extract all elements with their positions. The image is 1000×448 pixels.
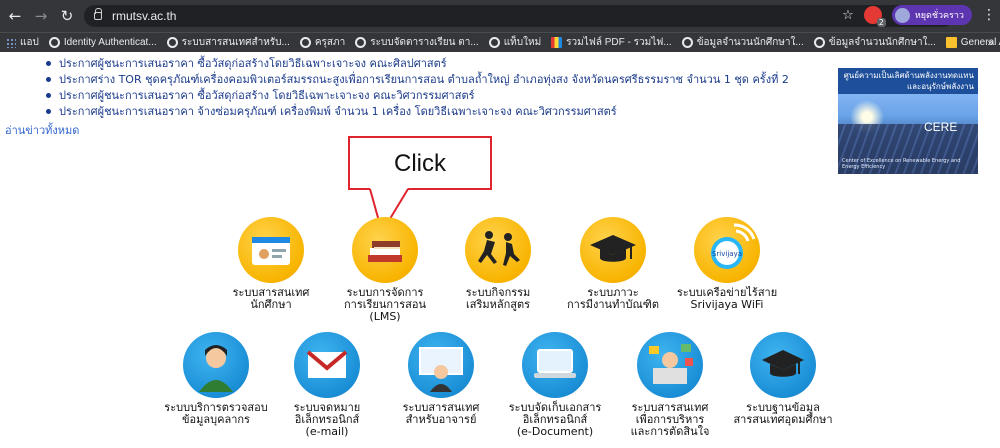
url-text[interactable]: rmutsv.ac.th bbox=[112, 9, 176, 23]
cere-banner[interactable]: ศูนย์ความเป็นเลิศด้านพลังงานทดแทนและอนุร… bbox=[838, 68, 978, 174]
extension-icon[interactable]: 2 bbox=[863, 6, 886, 27]
news-list: ประกาศผู้ชนะการเสนอราคา ซื้อวัสดุก่อสร้า… bbox=[8, 55, 808, 119]
globe-icon bbox=[813, 37, 825, 48]
bookmark-label: แอป bbox=[20, 37, 39, 48]
management-icon[interactable] bbox=[637, 332, 703, 398]
bookmark-label: ระบบสารสนเทศสำหรับ... bbox=[181, 37, 290, 48]
bookmark-label: ระบบจัดตารางเรียน ตา... bbox=[370, 37, 479, 48]
tile-label[interactable]: ระบบฐานข้อมูล สารสนเทศอุดมศึกษา bbox=[713, 402, 853, 426]
bookmark-item[interactable]: Identity Authenticat... bbox=[48, 37, 157, 48]
forward-icon[interactable]: → bbox=[30, 7, 52, 25]
bookmark-label: ข้อมูลจำนวนนักศึกษาใ... bbox=[828, 37, 936, 48]
bookmark-label: ครุสภา bbox=[314, 37, 346, 48]
extension-badge: 2 bbox=[876, 18, 886, 27]
menu-dots-icon[interactable]: ⋮ bbox=[982, 7, 996, 23]
svg-text:Srivijaya: Srivijaya bbox=[712, 250, 742, 258]
bookmark-label: ข้อมูลจำนวนนักศึกษาใ... bbox=[696, 37, 804, 48]
avatar bbox=[894, 7, 910, 23]
bullet-icon bbox=[46, 76, 51, 82]
books-icon[interactable] bbox=[352, 217, 418, 283]
news-item: ประกาศผู้ชนะการเสนอราคา ซื้อวัสดุก่อสร้า… bbox=[8, 87, 808, 103]
student-card-icon[interactable] bbox=[238, 217, 304, 283]
bookmark-star-icon[interactable]: ☆ bbox=[842, 8, 854, 23]
person-icon[interactable] bbox=[183, 332, 249, 398]
bookmark-label: รวมไฟล์ PDF - รวมไฟ... bbox=[566, 37, 672, 48]
bookmark-item[interactable]: ข้อมูลจำนวนนักศึกษาใ... bbox=[681, 35, 804, 50]
bookmark-label: Identity Authenticat... bbox=[63, 37, 157, 48]
bullet-icon bbox=[46, 108, 51, 114]
globe-icon bbox=[166, 37, 178, 48]
bookmark-label: แท็บใหม่ bbox=[503, 37, 542, 48]
news-item: ประกาศผู้ชนะการเสนอราคา ซื้อวัสดุก่อสร้า… bbox=[8, 55, 808, 71]
browser-toolbar: ← → ↻ rmutsv.ac.th ☆ 2 หยุดชั่วคราว ⋮ bbox=[0, 0, 1000, 32]
globe-icon bbox=[355, 37, 367, 48]
click-callout: Click bbox=[348, 136, 492, 190]
teacher-icon[interactable] bbox=[408, 332, 474, 398]
bookmark-item[interactable]: ระบบจัดตารางเรียน ตา... bbox=[355, 35, 479, 50]
banner-label: CERE bbox=[924, 120, 958, 134]
apps-icon bbox=[6, 37, 16, 48]
banner-subtitle: Center of Excellence on Renewable Energy… bbox=[842, 158, 961, 170]
globe-icon bbox=[488, 37, 500, 48]
wifi-icon[interactable]: Srivijaya bbox=[694, 217, 760, 283]
bookmark-item[interactable]: แอป bbox=[6, 35, 39, 50]
profile-button[interactable]: หยุดชั่วคราว bbox=[891, 5, 972, 25]
bullet-icon bbox=[46, 92, 51, 98]
lock-icon[interactable] bbox=[94, 8, 102, 20]
reload-icon[interactable]: ↻ bbox=[56, 7, 78, 25]
bookmark-item[interactable]: รวมไฟล์ PDF - รวมไฟ... bbox=[551, 35, 672, 50]
address-bar[interactable]: rmutsv.ac.th bbox=[84, 5, 954, 27]
bullet-icon bbox=[46, 60, 51, 66]
service-tile[interactable]: ระบบฐานข้อมูล สารสนเทศอุดมศึกษา bbox=[713, 332, 853, 426]
news-item: ประกาศร่าง TOR ชุดครุภัณฑ์เครื่องคอมพิวเ… bbox=[8, 71, 808, 87]
callout-text: Click bbox=[394, 150, 446, 177]
read-all-news-link[interactable]: อ่านข่าวทั้งหมด bbox=[5, 121, 79, 139]
news-item: ประกาศผู้ชนะการเสนอราคา จ้างซ่อมครุภัณฑ์… bbox=[8, 103, 808, 119]
banner-title: ศูนย์ความเป็นเลิศด้านพลังงานทดแทนและอนุร… bbox=[838, 68, 978, 94]
globe-icon bbox=[299, 37, 311, 48]
profile-name: หยุดชั่วคราว bbox=[914, 11, 964, 21]
graduation-cap-icon[interactable] bbox=[580, 217, 646, 283]
tile-label[interactable]: ระบบเครือข่ายไร้สาย Srivijaya WiFi bbox=[657, 287, 797, 311]
bookmark-item[interactable]: ข้อมูลจำนวนนักศึกษาใ... bbox=[813, 35, 936, 50]
globe-icon bbox=[48, 37, 60, 48]
bookmark-label: General Affairs Man... bbox=[960, 37, 1000, 48]
bookmarks-bar: แอป Identity Authenticat... ระบบสารสนเทศสำ… bbox=[0, 32, 1000, 52]
service-tile[interactable]: Srivijaya ระบบเครือข่ายไร้สาย Srivijaya Wi… bbox=[657, 217, 797, 311]
more-bookmarks-icon[interactable]: » bbox=[987, 36, 994, 49]
mail-icon[interactable] bbox=[294, 332, 360, 398]
globe-icon bbox=[681, 37, 693, 48]
bookmark-item[interactable]: ครุสภา bbox=[299, 35, 346, 50]
bookmark-item[interactable]: แท็บใหม่ bbox=[488, 35, 542, 50]
news-link[interactable]: ประกาศผู้ชนะการเสนอราคา จ้างซ่อมครุภัณฑ์… bbox=[59, 102, 617, 120]
bookmark-item[interactable]: ระบบสารสนเทศสำหรับ... bbox=[166, 35, 290, 50]
database-icon[interactable] bbox=[750, 332, 816, 398]
flag-icon bbox=[551, 37, 563, 48]
doc-icon bbox=[945, 37, 957, 48]
laptop-icon[interactable] bbox=[522, 332, 588, 398]
activity-icon[interactable] bbox=[465, 217, 531, 283]
back-icon[interactable]: ← bbox=[4, 7, 26, 25]
